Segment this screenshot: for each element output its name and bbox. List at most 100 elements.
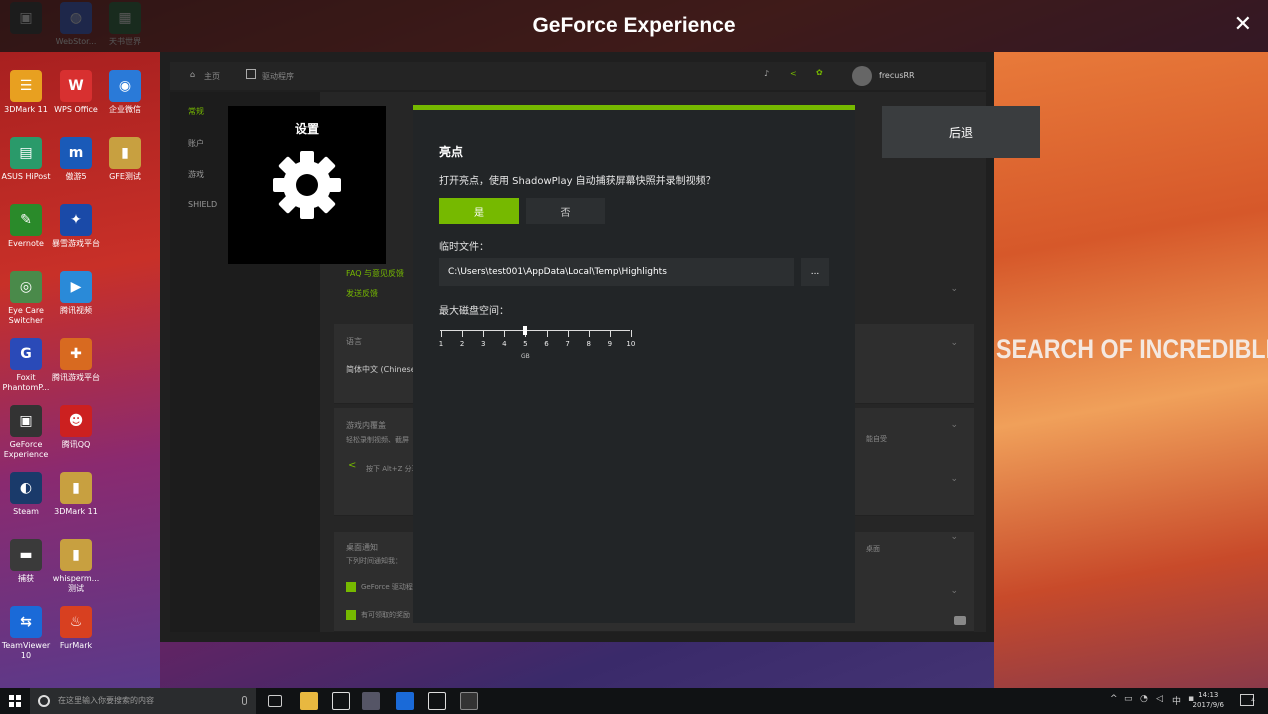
desktop-icon-label: FurMark [59, 641, 93, 650]
overlay-hint: 按下 Alt+Z 分享 [366, 465, 419, 473]
app-icon: ▶ [60, 271, 92, 303]
chevron-down-icon[interactable]: ⌄ [950, 474, 958, 484]
start-icon[interactable] [9, 695, 21, 707]
app-icon: ☰ [10, 70, 42, 102]
browse-button[interactable]: ... [801, 258, 829, 286]
desktop-icon[interactable]: ▮ GFE测试 [99, 137, 151, 182]
desktop-icon[interactable]: ☰ 3DMark 11 [0, 70, 52, 115]
geforce-icon[interactable] [460, 692, 478, 710]
home-icon[interactable]: ⌂ [190, 70, 195, 79]
app-icon: ▬ [10, 539, 42, 571]
app-icon: ▮ [60, 539, 92, 571]
mail-icon[interactable] [428, 692, 446, 710]
slider-track[interactable] [440, 330, 630, 331]
checkbox-rewards[interactable] [346, 610, 356, 620]
nav-home[interactable]: 主页 [204, 71, 220, 82]
desktop-icon[interactable]: ▮ whisperm... 测试 [50, 539, 102, 594]
desktop-icon[interactable]: ✚ 腾讯游戏平台 [50, 338, 102, 383]
slider-tick-label: 5 [523, 340, 528, 348]
desktop-icon[interactable]: ◐ Steam [0, 472, 52, 517]
chevron-down-icon[interactable]: ⌄ [950, 420, 958, 430]
nav-drivers[interactable]: 驱动程序 [262, 71, 294, 82]
slider-tick [588, 330, 590, 337]
desktop-icon[interactable]: ▣ GeForce Experience [0, 405, 52, 460]
desktop-icon[interactable]: G Foxit PhantomP... [0, 338, 52, 393]
gfe-taskbar-icon[interactable] [362, 692, 380, 710]
slider-handle[interactable] [523, 326, 528, 335]
checkbox-driver[interactable] [346, 582, 356, 592]
language-value[interactable]: 简体中文 (Chinese [346, 364, 416, 375]
no-button[interactable]: 否 [526, 198, 605, 224]
maxthon-icon[interactable] [396, 692, 414, 710]
share-icon[interactable]: < [790, 69, 797, 78]
battery-icon[interactable]: ▭ [1124, 694, 1133, 704]
desktop-icon-label: GeForce Experience [3, 440, 49, 459]
desktop-icon[interactable]: ▤ ASUS HiPost [0, 137, 52, 182]
chevron-down-icon[interactable]: ⌄ [950, 338, 958, 348]
task-view-icon[interactable] [268, 695, 282, 707]
sidebar-item-shield[interactable]: SHIELD [188, 200, 217, 209]
desktop-icon[interactable]: ◉ 企业微信 [99, 70, 151, 115]
disk-space-slider[interactable]: 1 2 3 4 5 6 7 8 9 10 GB [439, 326, 635, 366]
dialog-heading: 亮点 [439, 145, 464, 159]
desktop-icon[interactable]: W WPS Office [50, 70, 102, 115]
desktop-icon-label: 腾讯视频 [60, 306, 92, 315]
desktop-icon[interactable]: ▬ 捕获 [0, 539, 52, 584]
desktop-icon[interactable]: ✦ 暴雪游戏平台 [50, 204, 102, 249]
back-button[interactable]: 后退 [882, 106, 1040, 158]
slider-tick-label: 7 [565, 340, 570, 348]
close-icon[interactable]: ✕ [1234, 12, 1252, 37]
sidebar-item-account[interactable]: 账户 [188, 138, 204, 149]
desktop-icon[interactable]: ♨ FurMark [50, 606, 102, 651]
sidebar-item-general[interactable]: 常规 [188, 106, 204, 117]
desktop-icon[interactable]: ☻ 腾讯QQ [50, 405, 102, 450]
chevron-down-icon[interactable]: ⌄ [950, 532, 958, 542]
desktop-icon[interactable]: ◎ Eye Care Switcher [0, 271, 52, 326]
avatar[interactable] [852, 66, 872, 86]
desktop-icon[interactable]: m 傲游5 [50, 137, 102, 182]
slider-tick [546, 330, 548, 337]
cortana-icon[interactable] [38, 695, 50, 707]
desktop-icon[interactable]: ⇆ TeamViewer 10 [0, 606, 52, 661]
faq-link[interactable]: FAQ 与意见反馈 [346, 268, 404, 279]
temp-path-input[interactable] [439, 258, 794, 286]
desktop-icon[interactable]: ▶ 腾讯视频 [50, 271, 102, 316]
chevron-up-icon[interactable]: ^ [1110, 694, 1118, 704]
chevron-down-icon[interactable]: ⌄ [950, 586, 958, 596]
yes-button[interactable]: 是 [439, 198, 519, 224]
slider-tick-label: 9 [607, 340, 613, 348]
notify-tail-text: 桌面 [866, 545, 880, 553]
slider-tick [630, 330, 632, 337]
slider-tick-label: 3 [480, 340, 486, 348]
slider-tick [609, 330, 611, 337]
app-icon: ✦ [60, 204, 92, 236]
bell-icon[interactable]: ♪ [764, 69, 769, 78]
network-icon[interactable]: ◔ [1140, 694, 1148, 704]
app-icon: W [60, 70, 92, 102]
dialog-question: 打开亮点，使用 ShadowPlay 自动捕获屏幕快照并录制视频？ [439, 176, 716, 187]
desktop-icon[interactable]: ▮ 3DMark 11 [50, 472, 102, 517]
file-explorer-icon[interactable] [300, 692, 318, 710]
desktop-icon-label: ASUS HiPost [1, 172, 51, 181]
store-icon[interactable] [332, 692, 350, 710]
slider-tick [504, 330, 506, 337]
slider-tick [483, 330, 485, 337]
send-feedback-link[interactable]: 发送反馈 [346, 288, 378, 299]
taskbar-clock[interactable]: 14:13 2017/9/6 [1193, 690, 1224, 710]
desktop-icon-label: 傲游5 [65, 172, 87, 181]
desktop-icon[interactable]: ✎ Evernote [0, 204, 52, 249]
taskbar-search-box[interactable]: 在这里输入你要搜索的内容 [30, 688, 256, 714]
microphone-icon[interactable] [242, 696, 247, 705]
sidebar-item-games[interactable]: 游戏 [188, 169, 204, 180]
app-icon: ☻ [60, 405, 92, 437]
volume-icon[interactable]: ◁ [1156, 694, 1163, 704]
settings-tile: 设置 [228, 106, 386, 264]
drivers-icon[interactable] [246, 69, 256, 79]
chat-icon[interactable] [954, 616, 966, 625]
gfe-top-nav: ⌂ 主页 驱动程序 ♪ < ✿ frecusRR [170, 62, 986, 90]
desktop-icon-label: 腾讯游戏平台 [52, 373, 100, 382]
desktop-icon-label: Foxit PhantomP... [2, 373, 50, 392]
chevron-down-icon[interactable]: ⌄ [950, 284, 958, 294]
gear-icon-small[interactable]: ✿ [816, 68, 823, 77]
ime-indicator[interactable]: 中 [1172, 694, 1181, 707]
